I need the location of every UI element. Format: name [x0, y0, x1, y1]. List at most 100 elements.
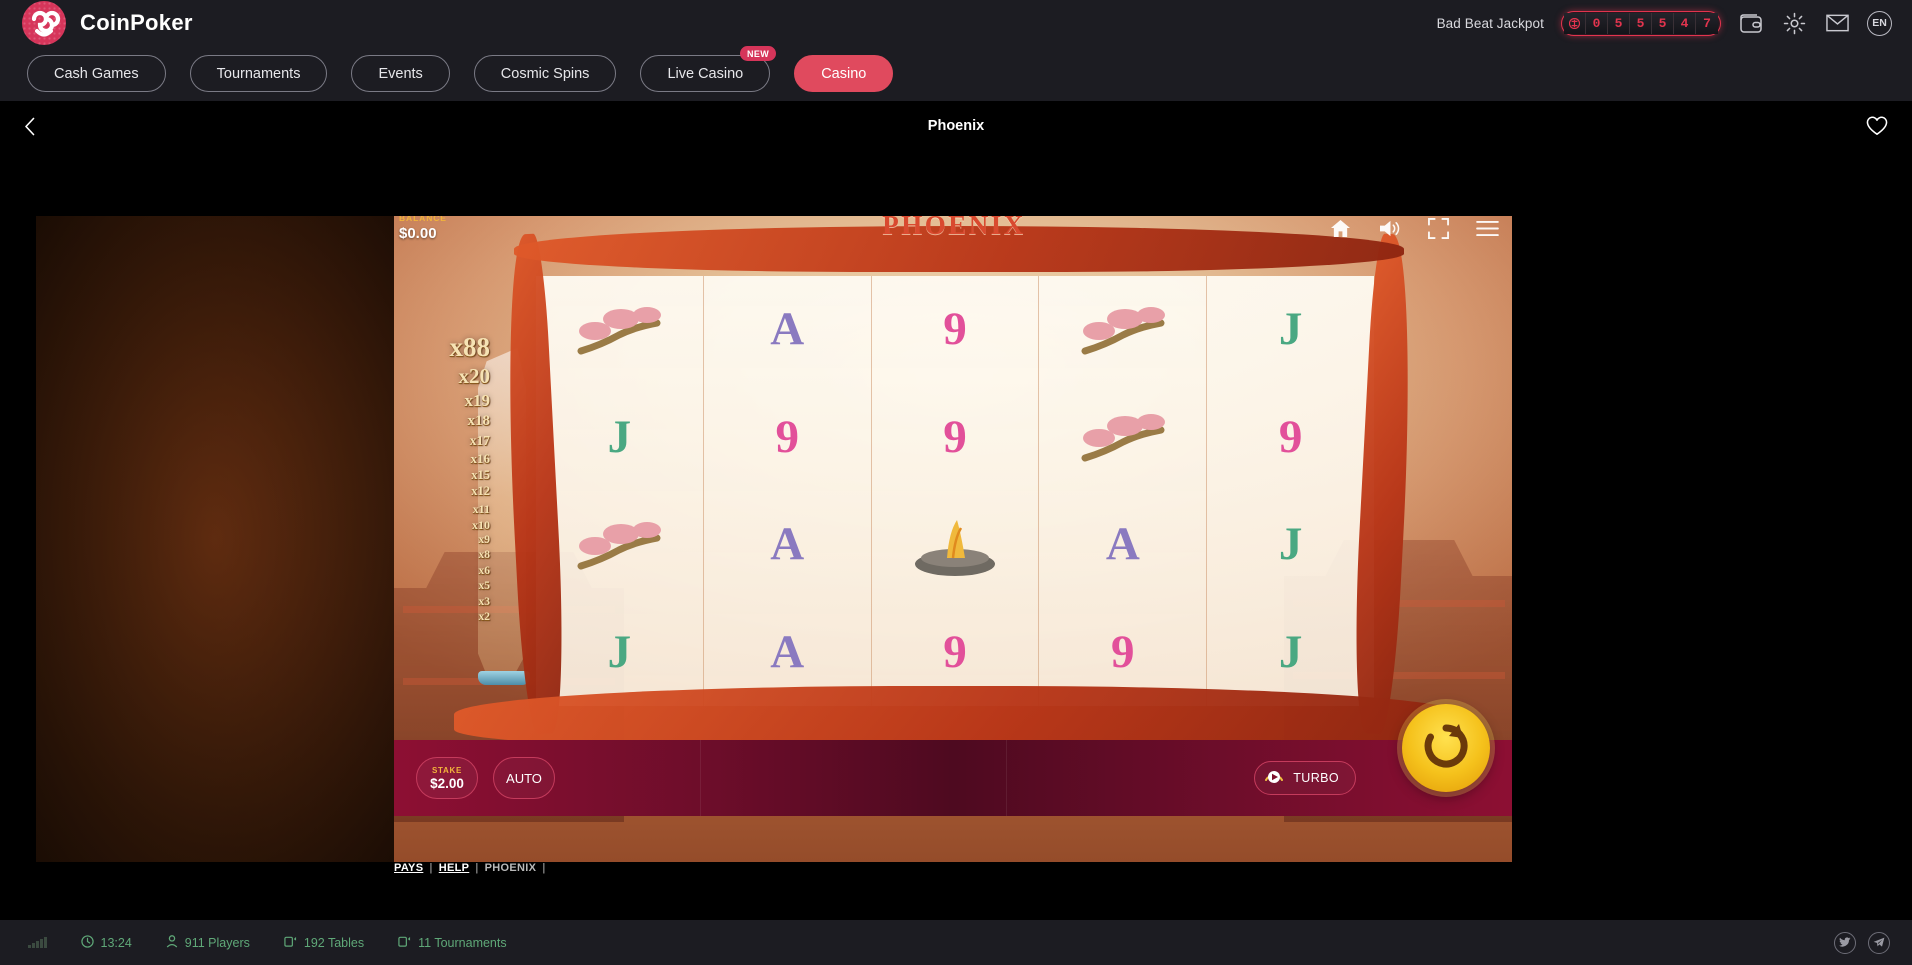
symbol-9: 9 [1111, 625, 1135, 678]
turbo-gauge-icon [1263, 765, 1285, 792]
wallet-icon[interactable] [1738, 10, 1764, 36]
person-icon [166, 934, 178, 951]
bad-beat-jackpot-counter[interactable]: 0 5 5 5 4 7 [1561, 10, 1721, 36]
multiplier-ladder: x88 x20 x19 x18 x17 x16 x15 x12 x11 x10 … [412, 332, 491, 624]
reel-cell [536, 276, 703, 384]
auto-label: AUTO [506, 770, 542, 786]
jackpot-label: Bad Beat Jackpot [1436, 15, 1544, 31]
brand-name: CoinPoker [80, 10, 193, 35]
phoenix-nest-symbol [914, 519, 995, 576]
turbo-button[interactable]: TURBO [1254, 761, 1356, 795]
help-link[interactable]: HELP [439, 862, 470, 874]
nav-label: Cosmic Spins [500, 65, 590, 82]
status-label: 11 Tournaments [418, 935, 507, 950]
symbol-9: 9 [943, 625, 967, 678]
turbo-label: TURBO [1293, 771, 1339, 785]
home-icon[interactable] [1328, 216, 1353, 241]
coinpoker-infinity-logo [22, 1, 66, 45]
table-icon [284, 935, 297, 951]
crystal-base [478, 671, 530, 685]
multiplier-value: x16 [470, 450, 491, 466]
status-items: 13:24 911 Players 192 Tables 11 Tourname… [28, 934, 507, 951]
page-title: Phoenix [927, 118, 985, 134]
jackpot-digit: 5 [1630, 12, 1652, 34]
nav-item-events[interactable]: Events [351, 55, 450, 92]
stake-button[interactable]: STAKE $2.00 [416, 757, 478, 799]
balance-label: BALANCE [399, 216, 447, 223]
reel-cell: J [536, 384, 703, 492]
envelope-icon[interactable] [1824, 10, 1850, 36]
reel-4[interactable]: A 9 [1039, 276, 1208, 706]
pays-link[interactable]: PAYS [394, 862, 423, 874]
reel-cell [872, 491, 1039, 599]
reel-cell: 9 [872, 599, 1039, 707]
link-divider: | [542, 862, 546, 874]
nav-item-tournaments[interactable]: Tournaments [189, 55, 328, 92]
reel-cell: A [704, 599, 871, 707]
game-backdrop-left [36, 216, 394, 862]
speaker-icon[interactable] [1377, 216, 1402, 241]
gear-icon[interactable] [1781, 10, 1807, 36]
reel-cell: 9 [704, 384, 871, 492]
multiplier-value: x3 [478, 595, 491, 608]
status-players: 911 Players [166, 934, 250, 951]
stake-value: $2.00 [430, 775, 464, 791]
multiplier-value: x11 [472, 501, 490, 516]
game-frame: BALANCE $0.00 PHOENIX x88 x20 x19 x18 x1… [36, 216, 1512, 862]
cherry-tree-symbol [577, 306, 662, 355]
menu-icon[interactable] [1475, 216, 1500, 241]
reel-cell [1039, 276, 1206, 384]
social-links [1834, 931, 1890, 954]
link-divider: | [475, 862, 479, 874]
language-label: EN [1872, 17, 1887, 29]
reel-2[interactable]: A 9 A A [703, 276, 872, 707]
symbol-A: A [1105, 518, 1140, 571]
top-bar-right: Bad Beat Jackpot 0 5 5 5 4 7 EN [1437, 10, 1892, 36]
balance-value: $0.00 [399, 225, 437, 242]
nav-item-casino[interactable]: Casino [794, 55, 894, 92]
game-name-label: PHOENIX [484, 862, 537, 874]
status-clock: 13:24 [80, 934, 132, 951]
multiplier-value: x8 [478, 549, 491, 561]
multiplier-value: x19 [464, 391, 491, 410]
symbol-9: 9 [1278, 410, 1303, 463]
nav-item-cosmic-spins[interactable]: Cosmic Spins [473, 55, 617, 92]
spin-button[interactable] [1402, 704, 1490, 792]
status-bar: 13:24 911 Players 192 Tables 11 Tourname… [0, 920, 1912, 965]
jackpot-digit: 0 [1586, 12, 1608, 34]
multiplier-value: x15 [471, 467, 490, 482]
reel-1[interactable]: J J [536, 276, 704, 706]
reel-cell: A [1039, 491, 1206, 599]
nav-label: Casino [821, 65, 867, 82]
nav-label: Cash Games [54, 65, 139, 82]
multiplier-value: x18 [467, 413, 491, 429]
symbol-J: J [1278, 625, 1303, 678]
symbol-J: J [607, 410, 632, 463]
nav-item-live-casino[interactable]: Live Casino NEW [640, 46, 777, 92]
nav-item-cash-games[interactable]: Cash Games [27, 55, 166, 92]
multiplier-value: x9 [478, 533, 491, 546]
primary-nav: Cash Games Tournaments Events Cosmic Spi… [0, 46, 1912, 101]
multiplier-value: x20 [458, 364, 491, 388]
slot-reels[interactable]: J J A 9 A A 9 9 9 A 9 J 9 J J [536, 276, 1374, 706]
signal-bars-icon [28, 937, 47, 948]
telegram-icon[interactable] [1868, 931, 1890, 954]
game-controls-bar: STAKE $2.00 AUTO TURBO [394, 704, 1512, 816]
status-label: 192 Tables [303, 935, 365, 950]
status-label: 13:24 [100, 935, 132, 950]
fullscreen-icon[interactable] [1426, 216, 1451, 241]
multiplier-value: x12 [471, 484, 490, 498]
multiplier-value: x2 [478, 611, 491, 623]
twitter-icon[interactable] [1834, 931, 1856, 954]
nav-label: Events [378, 65, 423, 82]
jackpot-digit: 4 [1674, 12, 1696, 34]
reel-5[interactable]: J 9 J J [1207, 276, 1374, 706]
reel-cell: J [1207, 599, 1374, 707]
language-selector[interactable]: EN [1867, 10, 1892, 36]
reel-3[interactable]: 9 9 9 [871, 276, 1040, 707]
tournament-icon [398, 935, 411, 951]
brand[interactable]: CoinPoker [22, 1, 193, 45]
multiplier-value: x88 [449, 332, 491, 362]
game-toolbar [1328, 216, 1500, 241]
auto-spin-button[interactable]: AUTO [493, 757, 555, 799]
